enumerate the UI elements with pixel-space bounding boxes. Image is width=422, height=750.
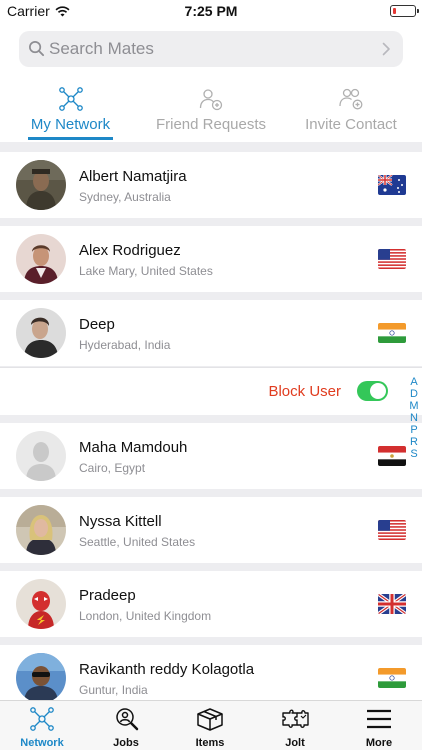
mate-name: Albert Namatjira	[79, 168, 187, 185]
list-item[interactable]: Albert Namatjira Sydney, Australia	[0, 152, 422, 218]
india-flag-icon	[378, 323, 406, 343]
bottom-tab-bar: Network Jobs Items Jolt More	[0, 700, 422, 750]
status-bar: Carrier 7:25 PM	[0, 0, 422, 24]
hamburger-menu-icon	[367, 709, 391, 729]
list-item[interactable]: Pradeep London, United Kingdom	[0, 571, 422, 637]
active-tab-indicator	[28, 137, 113, 140]
india-flag-icon	[378, 668, 406, 688]
block-user-label: Block User	[268, 383, 341, 400]
jobs-icon	[116, 708, 139, 731]
search-input[interactable]	[49, 31, 379, 67]
tabbar-label: More	[365, 737, 393, 749]
tab-label: Friend Requests	[155, 116, 267, 133]
mate-location: Hyderabad, India	[79, 338, 171, 352]
tab-label: Invite Contact	[305, 116, 397, 133]
chevron-right-icon[interactable]	[382, 42, 391, 56]
tabbar-more[interactable]: More	[337, 701, 421, 750]
section-index-bar[interactable]: A D M N P R S	[407, 376, 421, 460]
tabbar-label: Jobs	[113, 737, 139, 749]
mate-location: Lake Mary, United States	[79, 264, 213, 278]
mate-name: Ravikanth reddy Kolagotla	[79, 661, 255, 678]
usa-flag-icon	[378, 520, 406, 540]
mate-location: Sydney, Australia	[79, 190, 171, 204]
avatar	[16, 308, 66, 358]
tabbar-jolt[interactable]: Jolt	[253, 701, 337, 750]
block-user-row: Block User	[0, 367, 422, 415]
avatar	[16, 653, 66, 700]
uk-flag-icon	[378, 594, 406, 614]
avatar	[16, 579, 66, 629]
tabbar-label: Jolt	[285, 737, 305, 749]
index-letter[interactable]: R	[410, 436, 418, 448]
mate-name: Pradeep	[79, 587, 136, 604]
mate-location: Guntur, India	[79, 683, 148, 697]
invite-contact-icon	[339, 88, 363, 110]
mate-location: London, United Kingdom	[79, 609, 212, 623]
clock: 7:25 PM	[184, 3, 238, 19]
network-icon	[30, 707, 54, 731]
tab-friend-requests[interactable]: Friend Requests	[155, 80, 267, 142]
index-letter[interactable]: M	[409, 400, 418, 412]
mate-location: Seattle, United States	[79, 535, 196, 549]
usa-flag-icon	[378, 249, 406, 269]
block-user-toggle[interactable]	[357, 381, 388, 401]
mate-location: Cairo, Egypt	[79, 461, 146, 475]
search-icon	[29, 41, 45, 57]
tab-label: My Network	[30, 116, 111, 133]
avatar	[16, 234, 66, 284]
list-item[interactable]: Ravikanth reddy Kolagotla Guntur, India	[0, 645, 422, 700]
search-bar[interactable]	[19, 31, 403, 67]
list-item[interactable]: Deep Hyderabad, India	[0, 300, 422, 366]
index-letter[interactable]: D	[410, 388, 418, 400]
avatar	[16, 160, 66, 210]
tabbar-label: Network	[20, 737, 64, 749]
mate-name: Deep	[79, 316, 115, 333]
jolt-puzzle-icon	[282, 709, 309, 728]
index-letter[interactable]: A	[410, 376, 417, 388]
mate-name: Maha Mamdouh	[79, 439, 188, 456]
friend-requests-icon	[199, 89, 223, 111]
list-item[interactable]: Alex Rodriguez Lake Mary, United States	[0, 226, 422, 292]
segment-tabs: My Network Friend Requests Invite Contac…	[0, 80, 422, 142]
australia-flag-icon	[378, 175, 406, 195]
network-icon	[58, 87, 83, 111]
index-letter[interactable]: P	[410, 424, 417, 436]
mate-name: Nyssa Kittell	[79, 513, 162, 530]
items-box-icon	[197, 708, 223, 731]
tab-my-network[interactable]: My Network	[28, 80, 113, 142]
tab-invite-contact[interactable]: Invite Contact	[302, 80, 400, 142]
tabbar-network[interactable]: Network	[0, 701, 84, 750]
egypt-flag-icon	[378, 446, 406, 466]
tabbar-jobs[interactable]: Jobs	[84, 701, 168, 750]
battery-icon	[390, 5, 419, 17]
index-letter[interactable]: S	[410, 448, 417, 460]
index-letter[interactable]: N	[410, 412, 418, 424]
list-item[interactable]: Nyssa Kittell Seattle, United States	[0, 497, 422, 563]
list-item[interactable]: Maha Mamdouh Cairo, Egypt	[0, 423, 422, 489]
tabbar-items[interactable]: Items	[168, 701, 252, 750]
avatar	[16, 505, 66, 555]
mates-list[interactable]: Albert Namatjira Sydney, Australia Alex …	[0, 142, 422, 700]
tabbar-label: Items	[195, 737, 225, 749]
avatar	[16, 431, 66, 481]
mate-name: Alex Rodriguez	[79, 242, 181, 259]
